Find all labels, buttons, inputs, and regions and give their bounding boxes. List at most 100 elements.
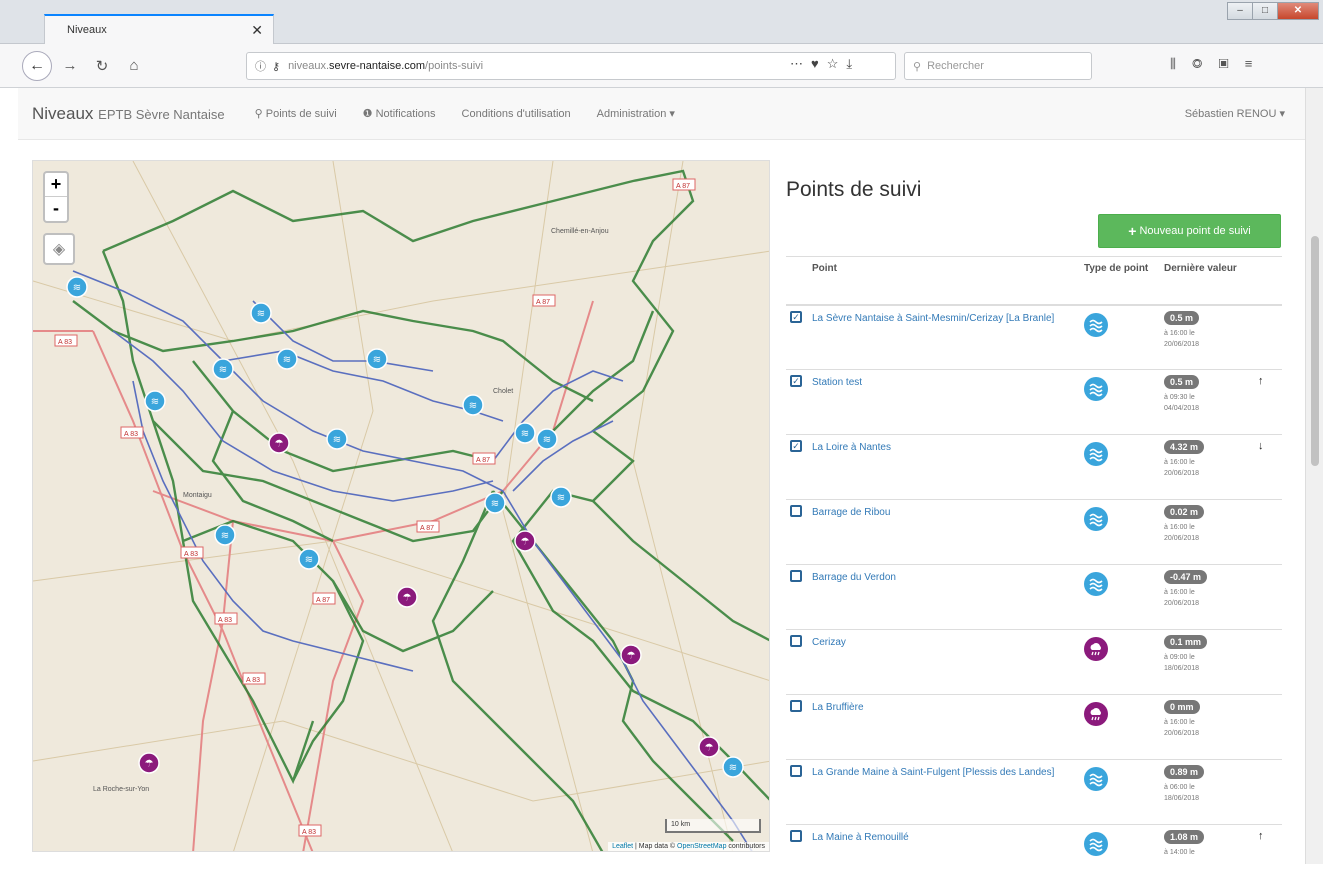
tab-close-icon[interactable]: ✕ [251,22,263,39]
point-link[interactable]: Barrage du Verdon [812,570,896,586]
table-row[interactable]: ✓ La Sèvre Nantaise à Saint-Mesmin/Ceriza… [786,304,1282,370]
point-link[interactable]: Station test [812,375,862,391]
window-close-icon[interactable]: ✕ [1277,2,1319,20]
rain-cloud-icon: ☂ [627,651,636,662]
download-icon[interactable]: ⤓ [846,56,860,71]
point-link[interactable]: La Sèvre Nantaise à Saint-Mesmin/Cerizay… [812,311,1054,327]
sync-icon[interactable]: ◎ [1192,56,1218,71]
browser-titlebar: Niveaux ✕ – □ ✕ [0,0,1323,44]
row-name-cell: Station test [808,369,1080,435]
check-square-icon[interactable]: ✓ [790,375,802,387]
value-time: à 16:00 le [1164,524,1195,531]
value-date: 20/06/2018 [1164,535,1200,542]
road-label: A 87 [476,457,490,464]
nav-points-de-suivi[interactable]: ⚲ Points de suivi [255,107,337,120]
map-canvas[interactable]: A 87 A 87 A 83 A 83 A 87 A 87 A 83 A 83 … [33,161,770,852]
row-type-cell [1080,369,1160,435]
place-label: Chemillé-en-Anjou [551,228,609,235]
road-label: A 83 [124,431,138,438]
info-icon[interactable]: ⓘ [255,58,266,74]
osm-link[interactable]: OpenStreetMap [677,843,726,850]
square-icon[interactable] [790,700,802,712]
bookmark-star-icon[interactable]: ☆ [827,56,847,71]
row-name-cell: Cerizay [808,629,1080,695]
point-link[interactable]: La Maine à Remouillé [812,830,909,846]
row-check-cell [786,694,808,760]
library-icon[interactable]: ⫼ [1170,56,1192,71]
col-type: Type de point [1080,256,1160,306]
leaflet-link[interactable]: Leaflet [612,843,633,850]
table-row[interactable]: La Grande Maine à Saint-Fulgent [Plessis… [786,759,1282,825]
info-circle-icon: ❶ [362,108,373,120]
caret-down-icon: ▾ [669,108,675,120]
waves-icon: ≋ [469,401,477,412]
row-type-cell [1080,304,1160,370]
row-check-cell: ✓ [786,369,808,435]
home-icon[interactable]: ⌂ [120,57,148,74]
add-point-button[interactable]: + Nouveau point de suivi [1098,214,1281,248]
square-icon[interactable] [790,635,802,647]
pocket-icon[interactable]: ♥ [811,56,827,71]
nav-notifications[interactable]: ❶ Notifications [363,107,436,120]
col-check [786,256,808,306]
value-time: à 16:00 le [1164,719,1195,726]
table-row[interactable]: ✓ Station test 0.5 m à 09:30 le 04/04/2018 ↑ [786,369,1282,435]
browser-tab[interactable]: Niveaux ✕ [44,14,274,44]
nav-conditions[interactable]: Conditions d'utilisation [462,108,571,120]
rain-cloud-icon: ☂ [275,439,284,450]
zoom-out-button[interactable]: - [45,197,67,221]
check-square-icon[interactable]: ✓ [790,440,802,452]
square-icon[interactable] [790,765,802,777]
point-link[interactable]: La Loire à Nantes [812,440,891,456]
page-actions: ⋯♥☆⤓ [790,56,860,72]
row-name-cell: La Maine à Remouillé [808,824,1080,890]
maximize-icon[interactable]: □ [1252,2,1278,20]
waves-icon: ≋ [729,763,737,774]
road-label: A 87 [420,525,434,532]
table-row[interactable]: Barrage du Verdon -0.47 m à 16:00 le 20/06/… [786,564,1282,630]
map[interactable]: A 87 A 87 A 83 A 83 A 87 A 87 A 83 A 83 … [32,160,770,852]
menu-icon[interactable]: ≡ [1245,56,1269,71]
waves-icon: ≋ [151,397,159,408]
row-value-cell: 1.08 m à 14:00 le [1160,824,1254,890]
table-row[interactable]: Cerizay 0.1 mm à 09:00 le 18/06/2018 [786,629,1282,695]
user-menu[interactable]: Sébastien RENOU ▾ [1185,107,1285,120]
square-icon[interactable] [790,505,802,517]
value-date: 20/06/2018 [1164,470,1200,477]
zoom-in-button[interactable]: + [45,173,67,197]
layers-icon[interactable]: ◈ [43,233,75,265]
table-row[interactable]: La Maine à Remouillé 1.08 m à 14:00 le ↑ [786,824,1282,890]
points-panel: Points de suivi + Nouveau point de suivi… [786,160,1286,890]
back-icon[interactable]: ← [22,50,52,81]
tab-title: Niveaux [67,24,107,36]
toolbar-icons: ⫼◎▣≡ [1170,56,1268,72]
nav-administration[interactable]: Administration ▾ [597,107,675,120]
check-square-icon[interactable]: ✓ [790,310,802,323]
table-row[interactable]: La Bruffière 0 mm à 16:00 le 20/06/2018 [786,694,1282,760]
square-icon[interactable] [790,830,802,842]
square-icon[interactable] [790,570,802,582]
row-type-cell [1080,759,1160,825]
sidebar-icon[interactable]: ▣ [1218,56,1244,71]
value-badge: -0.47 m [1164,570,1208,584]
search-input[interactable]: ⚲ Rechercher [904,52,1092,80]
more-icon[interactable]: ⋯ [790,56,811,71]
table-row[interactable]: ✓ La Loire à Nantes 4.32 m à 16:00 le 20/06/… [786,434,1282,500]
page-scrollbar[interactable] [1305,88,1323,864]
nav-label: Administration [596,108,667,120]
waves-icon: ≋ [333,435,341,446]
reload-icon[interactable]: ↻ [88,57,116,75]
scrollbar-thumb[interactable] [1311,236,1319,466]
rain-cloud-icon [1084,702,1108,726]
point-link[interactable]: La Bruffière [812,700,864,716]
point-link[interactable]: La Grande Maine à Saint-Fulgent [Plessis… [812,765,1054,781]
point-link[interactable]: Barrage de Ribou [812,505,890,521]
waves-icon: ≋ [73,283,81,294]
point-link[interactable]: Cerizay [812,635,846,651]
brand[interactable]: Niveaux EPTB Sèvre Nantaise [32,104,225,124]
minimize-icon[interactable]: – [1227,2,1253,20]
forward-icon[interactable]: → [56,57,84,74]
waves-icon [1084,377,1108,401]
table-row[interactable]: Barrage de Ribou 0.02 m à 16:00 le 20/06/20… [786,499,1282,565]
value-badge: 0.89 m [1164,765,1205,779]
